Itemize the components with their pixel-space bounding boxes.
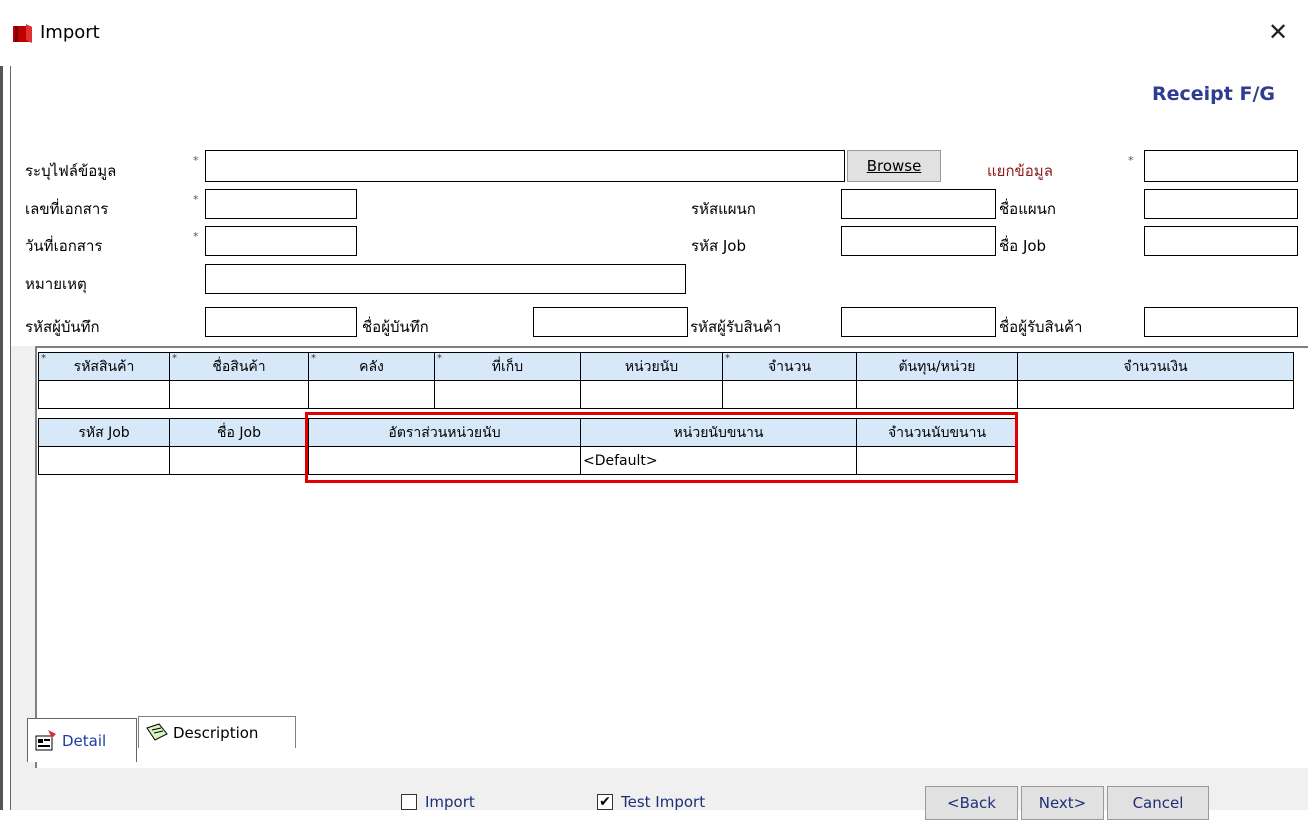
cell-unit[interactable] [580,380,723,409]
browse-label: Browse [866,157,922,175]
cell-unit-cost[interactable] [856,380,1018,409]
recorder-name-label: ชื่อผู้บันทึก [362,318,429,336]
recorder-name-input[interactable] [533,307,688,337]
col-unit-header[interactable]: หน่วยนับ [580,352,723,381]
cell-warehouse[interactable] [308,380,435,409]
col-parallel-qty-header[interactable]: จำนวนนับขนาน [856,418,1018,447]
import-checkbox-box[interactable] [401,794,417,810]
detail-icon [35,729,56,750]
detail-grid-row2: รหัส Job ชื่อ Job อัตราส่วนหน่วยนับ หน่ว… [38,418,1018,475]
job-name-label: ชื่อ Job [999,237,1047,255]
next-button[interactable]: Next> [1021,786,1104,820]
cell-product-name[interactable] [169,380,309,409]
title-bar: Import ✕ [0,0,1308,66]
back-button[interactable]: <Back [925,786,1018,820]
col-unit-ratio-header[interactable]: อัตราส่วนหน่วยนับ [308,418,581,447]
col-location-header[interactable]: ที่เก็บ [434,352,581,381]
receiver-code-input[interactable] [841,307,996,337]
receiver-code-label: รหัสผู้รับสินค้า [690,318,782,336]
grid-header-row: รหัส Job ชื่อ Job อัตราส่วนหน่วยนับ หน่ว… [38,418,1018,447]
required-mark: * [193,230,199,243]
detail-grid-row1: รหัสสินค้า ชื่อสินค้า คลัง ที่เก็บ หน่วย… [38,352,1294,409]
form-header-area: Receipt F/G ระบุไฟล์ข้อมูล * Browse แยกข… [11,66,1308,346]
recorder-code-label: รหัสผู้บันทึก [25,318,100,336]
receiver-name-input[interactable] [1144,307,1298,337]
module-title: Receipt F/G [1152,83,1275,105]
doc-no-label: เลขที่เอกสาร [25,200,109,218]
dept-code-input[interactable] [841,189,996,219]
cell-quantity[interactable] [722,380,857,409]
col-amount-header[interactable]: จำนวนเงิน [1017,352,1294,381]
cell-parallel-unit[interactable]: <Default> [580,446,857,475]
cell-product-code[interactable] [38,380,170,409]
col-job-code-header[interactable]: รหัส Job [38,418,170,447]
import-form: Receipt F/G ระบุไฟล์ข้อมูล * Browse แยกข… [10,66,1308,820]
job-code-input[interactable] [841,226,996,256]
window-title: Import [40,22,100,43]
import-checkbox[interactable]: Import [401,793,475,811]
doc-date-label: วันที่เอกสาร [25,237,103,255]
dept-code-label: รหัสแผนก [691,200,756,218]
grid-header-row: รหัสสินค้า ชื่อสินค้า คลัง ที่เก็บ หน่วย… [38,352,1294,381]
description-icon [146,722,168,741]
job-code-label: รหัส Job [691,237,746,255]
remark-label: หมายเหตุ [25,275,87,293]
col-job-name-header[interactable]: ชื่อ Job [169,418,309,447]
cell-parallel-qty[interactable] [856,446,1018,475]
required-mark: * [193,193,199,206]
import-book-icon [13,24,32,43]
browse-button[interactable]: Browse [847,150,941,182]
dept-name-input[interactable] [1144,189,1298,219]
col-warehouse-header[interactable]: คลัง [308,352,435,381]
required-mark: * [193,154,199,167]
file-label: ระบุไฟล์ข้อมูล [25,162,117,180]
cancel-button[interactable]: Cancel [1107,786,1209,820]
doc-no-input[interactable] [205,189,357,219]
grid-data-row: <Default> [38,446,1018,475]
test-import-checkbox[interactable]: ✔ Test Import [597,793,705,811]
check-icon[interactable]: ✔ [597,794,613,810]
grid-data-row [38,380,1294,409]
col-product-code-header[interactable]: รหัสสินค้า [38,352,170,381]
tab-description[interactable]: Description [138,716,296,748]
tab-detail-label: Detail [62,731,107,750]
separator-label: แยกข้อมูล [987,162,1053,180]
job-name-input[interactable] [1144,226,1298,256]
cell-location[interactable] [434,380,581,409]
cell-amount[interactable] [1017,380,1294,409]
tab-detail[interactable]: Detail [27,718,137,762]
file-path-input[interactable] [205,150,845,182]
col-product-name-header[interactable]: ชื่อสินค้า [169,352,309,381]
import-checkbox-label: Import [425,793,475,811]
col-quantity-header[interactable]: จำนวน [722,352,857,381]
remark-input[interactable] [205,264,686,294]
detail-grid-panel [35,346,1308,768]
cell-job-code[interactable] [38,446,170,475]
recorder-code-input[interactable] [205,307,357,337]
receiver-name-label: ชื่อผู้รับสินค้า [999,318,1083,336]
close-icon[interactable]: ✕ [1268,18,1288,46]
cell-unit-ratio[interactable] [308,446,581,475]
tab-description-label: Description [173,723,259,742]
col-parallel-unit-header[interactable]: หน่วยนับขนาน [580,418,857,447]
col-unit-cost-header[interactable]: ต้นทุน/หน่วย [856,352,1018,381]
doc-date-input[interactable] [205,226,357,256]
window-left-edge [0,0,3,810]
required-mark: * [1128,154,1134,167]
dept-name-label: ชื่อแผนก [999,200,1056,218]
cell-job-name[interactable] [169,446,309,475]
separator-input[interactable] [1144,150,1298,182]
test-import-checkbox-label: Test Import [621,793,706,811]
